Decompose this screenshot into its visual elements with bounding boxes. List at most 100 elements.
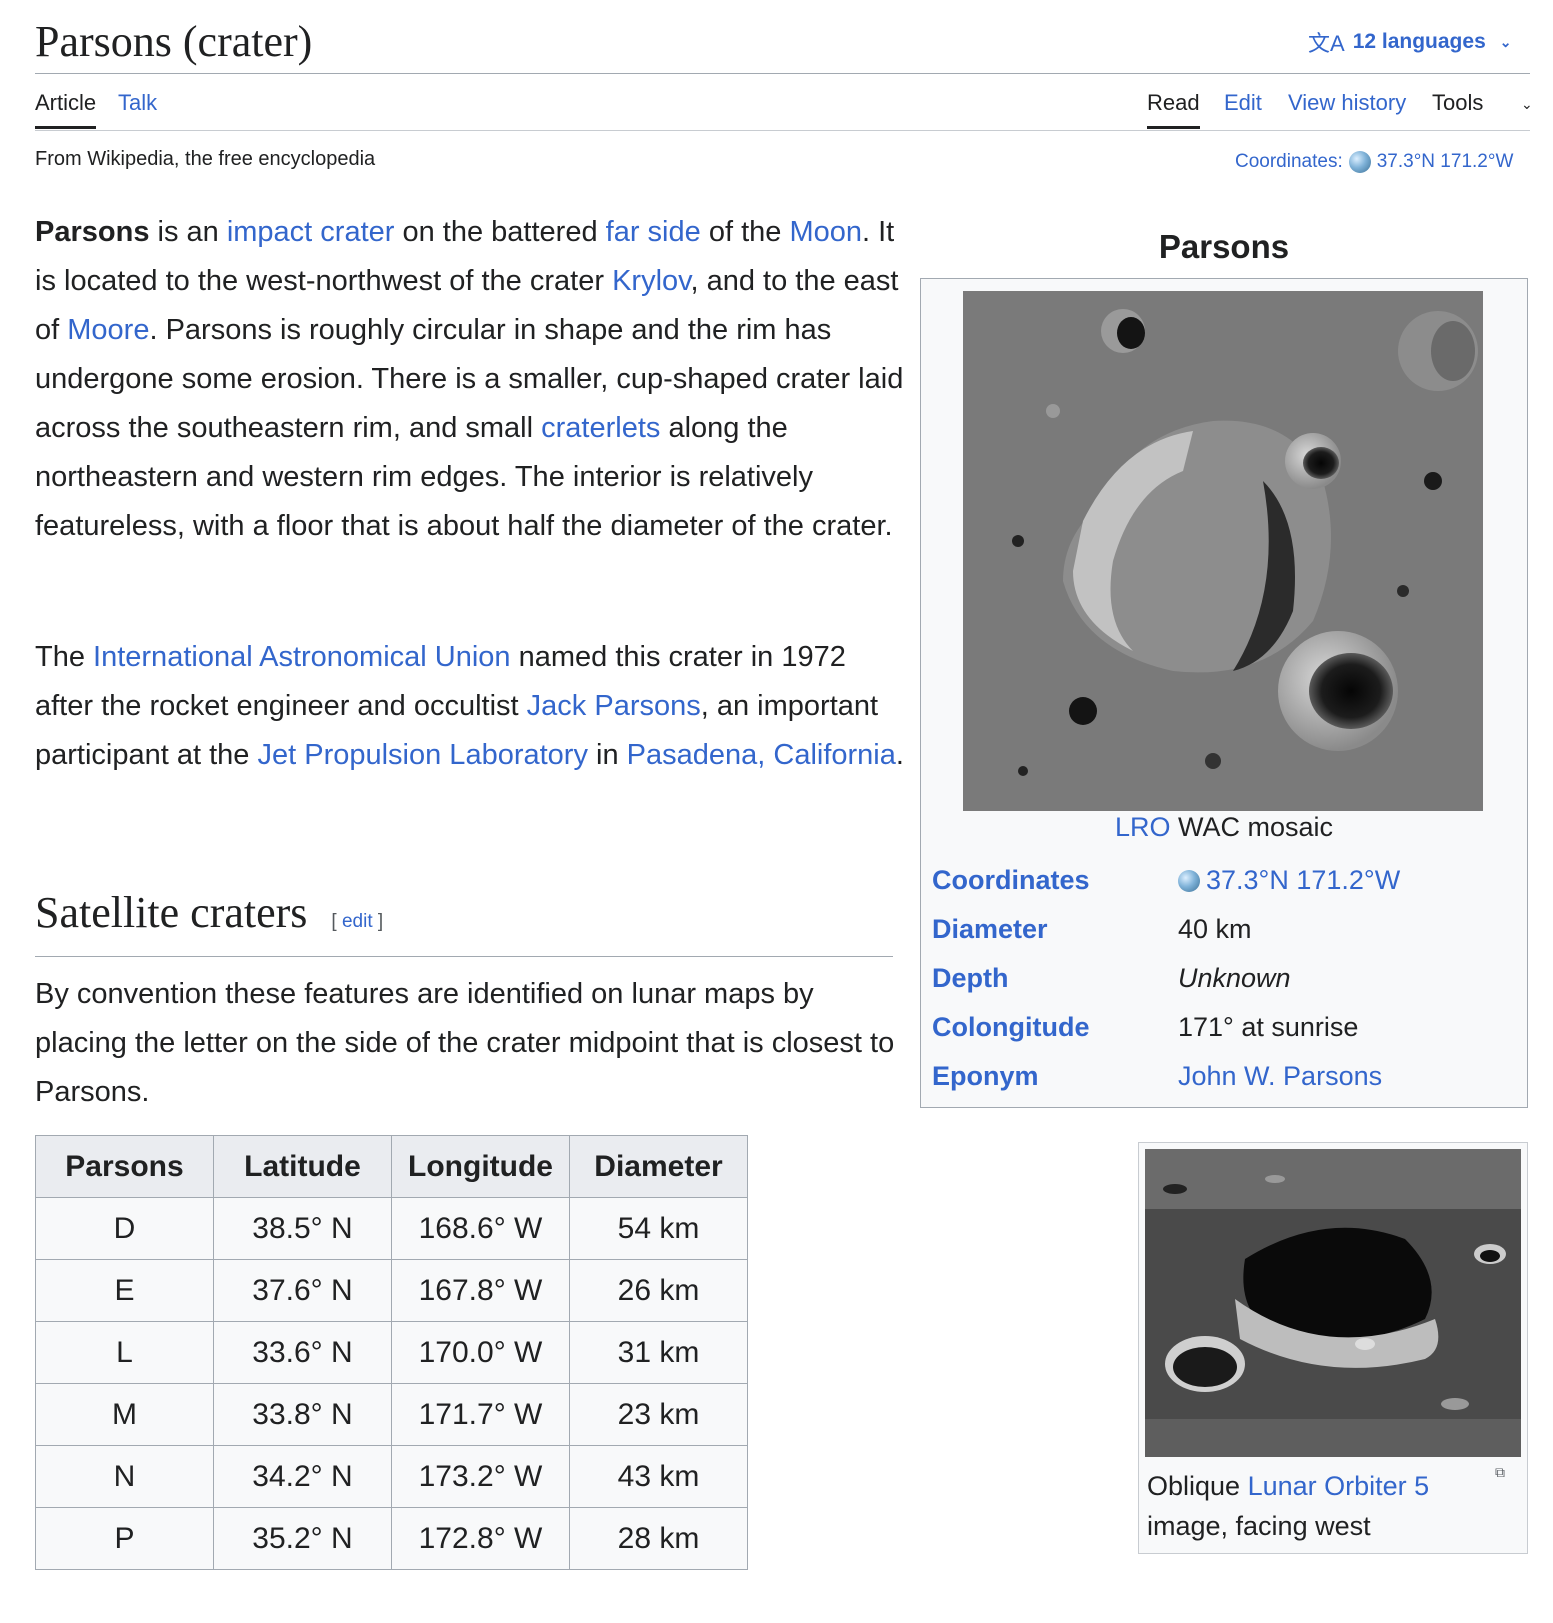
table-cell: M bbox=[35, 1383, 214, 1446]
inline-link[interactable]: Krylov bbox=[612, 265, 690, 297]
globe-icon[interactable] bbox=[1178, 870, 1200, 893]
infobox-value-eponym[interactable]: John W. Parsons bbox=[1178, 1061, 1512, 1092]
section-heading: Satellite craters [ edit ] bbox=[35, 885, 383, 950]
table-row: L 33.6° N 170.0° W 31 km bbox=[35, 1321, 748, 1384]
table-row: N 34.2° N 173.2° W 43 km bbox=[35, 1445, 748, 1508]
infobox-row-depth: Depth Unknown bbox=[932, 958, 1512, 998]
header-divider bbox=[35, 73, 1530, 74]
infobox-row-coordinates: Coordinates 37.3°N 171.2°W bbox=[932, 860, 1512, 900]
table-cell: 168.6° W bbox=[391, 1197, 570, 1260]
lunar-orbiter-image[interactable] bbox=[1145, 1149, 1521, 1457]
table-cell: 43 km bbox=[569, 1445, 748, 1508]
table-cell: 34.2° N bbox=[213, 1445, 392, 1508]
tab-edit[interactable]: Edit bbox=[1224, 88, 1262, 118]
infobox-value-diameter: 40 km bbox=[1178, 913, 1252, 944]
translate-icon: 文A bbox=[1308, 31, 1345, 56]
text-run: . bbox=[895, 739, 904, 771]
text-run: on the battered bbox=[394, 216, 606, 248]
table-cell: 167.8° W bbox=[391, 1259, 570, 1322]
edit-link[interactable]: edit bbox=[342, 911, 373, 932]
inline-link[interactable]: impact crater bbox=[227, 216, 395, 248]
naming-paragraph: The International Astronomical Union nam… bbox=[35, 633, 905, 780]
tab-read[interactable]: Read bbox=[1147, 88, 1200, 129]
satellite-craters-table: Parsons Latitude Longitude Diameter D 38.… bbox=[35, 1135, 748, 1570]
col-header-diameter: Diameter bbox=[569, 1135, 748, 1198]
inline-link[interactable]: Pasadena, California bbox=[627, 739, 896, 771]
coordinates-value[interactable]: 37.3°N 171.2°W bbox=[1206, 865, 1400, 895]
chevron-down-icon: ⌄ bbox=[1499, 33, 1512, 50]
infobox-label[interactable]: Coordinates bbox=[932, 865, 1178, 896]
infobox-value-coordinates[interactable]: 37.3°N 171.2°W bbox=[1178, 865, 1512, 896]
inline-link[interactable]: Moore bbox=[67, 314, 149, 346]
caption-prefix: Oblique bbox=[1147, 1471, 1248, 1501]
table-cell: 171.7° W bbox=[391, 1383, 570, 1446]
col-header-latitude: Latitude bbox=[213, 1135, 392, 1198]
table-cell: N bbox=[35, 1445, 214, 1508]
page-title: Parsons (crater) bbox=[35, 17, 313, 66]
crater-mosaic-image[interactable] bbox=[963, 291, 1483, 811]
table-cell: 54 km bbox=[569, 1197, 748, 1260]
infobox-value-depth: Unknown bbox=[1178, 962, 1291, 993]
coordinates-label[interactable]: Coordinates: bbox=[1235, 151, 1343, 173]
inline-link[interactable]: craterlets bbox=[541, 412, 660, 444]
inline-link[interactable]: International Astronomical Union bbox=[93, 641, 511, 673]
text-run: of the bbox=[700, 216, 790, 248]
intro-paragraph: Parsons is an impact crater on the batte… bbox=[35, 208, 905, 551]
inline-link[interactable]: Jack Parsons bbox=[527, 690, 701, 722]
infobox-label[interactable]: Diameter bbox=[932, 914, 1178, 945]
tabs-divider bbox=[35, 130, 1530, 131]
infobox-row-diameter: Diameter 40 km bbox=[932, 909, 1512, 949]
table-row: M 33.8° N 171.7° W 23 km bbox=[35, 1383, 748, 1446]
col-header-longitude: Longitude bbox=[391, 1135, 570, 1198]
language-label: 12 languages bbox=[1352, 30, 1486, 53]
infobox-label[interactable]: Eponym bbox=[932, 1061, 1178, 1092]
coordinates-link[interactable]: 37.3°N 171.2°W bbox=[1377, 151, 1514, 173]
table-cell: 26 km bbox=[569, 1259, 748, 1322]
lro-link[interactable]: LRO bbox=[1115, 812, 1171, 842]
table-cell: 33.6° N bbox=[213, 1321, 392, 1384]
table-cell: 172.8° W bbox=[391, 1507, 570, 1570]
table-row: E 37.6° N 167.8° W 26 km bbox=[35, 1259, 748, 1322]
lunar-orbiter-link[interactable]: Lunar Orbiter 5 bbox=[1248, 1471, 1430, 1501]
table-cell: 35.2° N bbox=[213, 1507, 392, 1570]
inline-link[interactable]: far side bbox=[606, 216, 701, 248]
inline-link[interactable]: Jet Propulsion Laboratory bbox=[257, 739, 587, 771]
table-row: D 38.5° N 168.6° W 54 km bbox=[35, 1197, 748, 1260]
lro-mosaic-graphic bbox=[963, 291, 1483, 811]
table-cell: 170.0° W bbox=[391, 1321, 570, 1384]
table-cell: 28 km bbox=[569, 1507, 748, 1570]
caption-text: WAC mosaic bbox=[1170, 812, 1334, 842]
table-cell: 31 km bbox=[569, 1321, 748, 1384]
infobox-label[interactable]: Colongitude bbox=[932, 1012, 1178, 1043]
table-cell: P bbox=[35, 1507, 214, 1570]
infobox-title: Parsons bbox=[1158, 228, 1290, 265]
infobox-label[interactable]: Depth bbox=[932, 963, 1178, 994]
globe-icon[interactable] bbox=[1348, 151, 1371, 173]
col-header-parsons: Parsons bbox=[35, 1135, 214, 1198]
table-cell: 37.6° N bbox=[213, 1259, 392, 1322]
infobox-caption: LRO WAC mosaic bbox=[920, 812, 1528, 843]
text-run: in bbox=[587, 739, 627, 771]
language-button[interactable]: 文A 12 languages ⌄ bbox=[1308, 24, 1511, 60]
section-edit-link[interactable]: [ edit ] bbox=[331, 894, 383, 950]
inline-link[interactable]: Moon bbox=[789, 216, 862, 248]
section-divider bbox=[35, 956, 893, 957]
infobox-row-eponym: Eponym John W. Parsons bbox=[932, 1056, 1512, 1096]
tab-tools[interactable]: Tools bbox=[1432, 88, 1483, 118]
table-cell: 173.2° W bbox=[391, 1445, 570, 1508]
convention-paragraph: By convention these features are identif… bbox=[35, 978, 895, 1108]
table-header-row: Parsons Latitude Longitude Diameter bbox=[35, 1135, 748, 1198]
thumbnail-caption: Oblique Lunar Orbiter 5 image, facing we… bbox=[1147, 1466, 1477, 1546]
tab-talk[interactable]: Talk bbox=[118, 88, 157, 118]
bold-term: Parsons bbox=[35, 216, 150, 248]
oblique-view-graphic bbox=[1145, 1149, 1521, 1457]
table-cell: L bbox=[35, 1321, 214, 1384]
tools-chevron-icon[interactable]: ⌄ bbox=[1521, 96, 1533, 113]
tab-article[interactable]: Article bbox=[35, 88, 97, 129]
text-run: The bbox=[35, 641, 94, 673]
infobox-row-colongitude: Colongitude 171° at sunrise bbox=[932, 1007, 1512, 1047]
tab-view-history[interactable]: View history bbox=[1288, 88, 1406, 118]
table-cell: D bbox=[35, 1197, 214, 1260]
enlarge-icon[interactable]: ⧉ bbox=[1495, 1464, 1505, 1481]
coordinates-header: Coordinates: 37.3°N 171.2°W bbox=[1235, 151, 1513, 173]
